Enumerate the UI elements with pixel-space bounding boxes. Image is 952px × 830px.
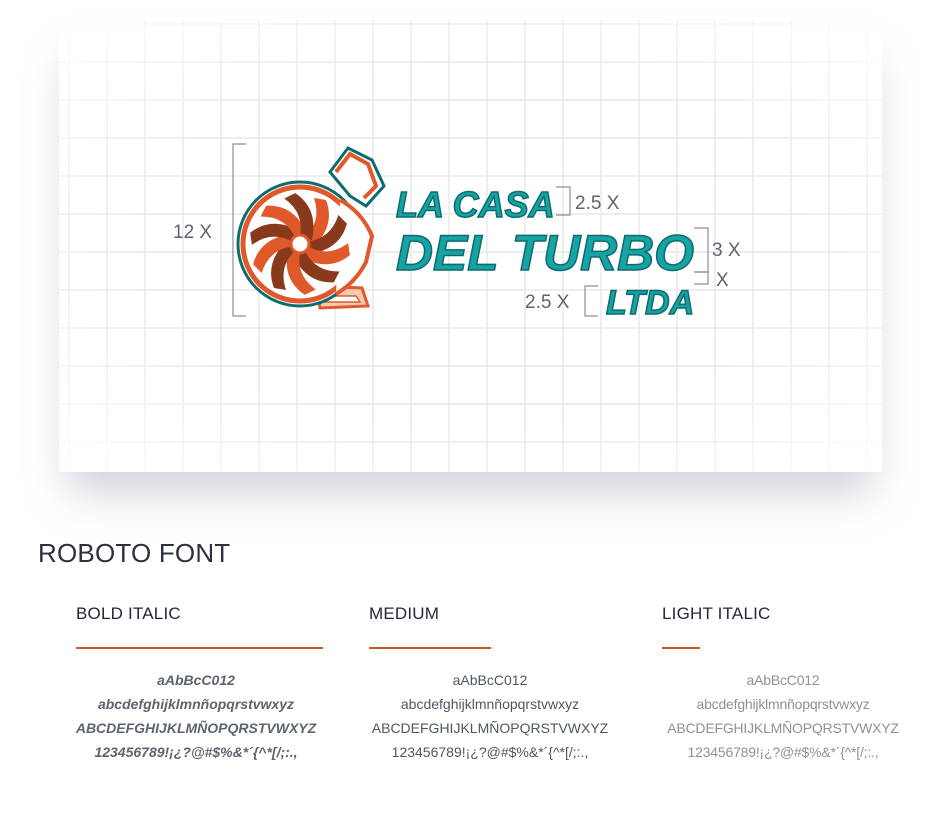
sample-line: ABCDEFGHIJKLMÑOPQRSTVWXYZ xyxy=(667,720,899,736)
font-weight-title-light-italic: LIGHT ITALIC xyxy=(662,604,771,623)
logo-line-2: DEL TURBO xyxy=(396,225,694,281)
sample-line: abcdefghijklmnñopqrstvwxyz xyxy=(696,696,870,712)
logo-line-1: LA CASA xyxy=(396,184,555,225)
logo-line-3: LTDA xyxy=(606,284,694,322)
sample-line: abcdefghijklmnñopqrstvwxyz xyxy=(400,696,580,712)
line1-dimension-label: 2.5 X xyxy=(575,193,620,214)
font-weight-title-bold-italic: BOLD ITALIC xyxy=(76,604,181,623)
font-sample-bold-italic: aAbBcC012 abcdefghijklmnñopqrstvwxyz ABC… xyxy=(51,668,341,764)
height-dimension-label: 12 X xyxy=(173,222,212,243)
accent-rule xyxy=(369,647,491,649)
turbo-icon xyxy=(236,146,386,310)
line3-dimension-label: 2.5 X xyxy=(525,292,570,313)
section-title: ROBOTO FONT xyxy=(38,538,231,568)
gap-dimension-label: X xyxy=(716,270,729,291)
sample-line: abcdefghijklmnñopqrstvwxyz xyxy=(97,696,295,712)
sample-line: 123456789!¡¿?@#$%&*´{^*[/;:., xyxy=(94,744,298,760)
sample-line: 123456789!¡¿?@#$%&*´{^*[/;:., xyxy=(687,744,879,760)
font-sample-light-italic: aAbBcC012 abcdefghijklmnñopqrstvwxyz ABC… xyxy=(638,668,928,764)
sample-line: aAbBcC012 xyxy=(452,672,528,688)
sample-line: aAbBcC012 xyxy=(157,672,235,688)
sample-line: aAbBcC012 xyxy=(746,672,820,688)
logo-construction: LA CASA DEL TURBO LTDA 12 X 2.5 X 3 X X … xyxy=(173,143,741,323)
accent-rule xyxy=(662,647,700,649)
sample-line: ABCDEFGHIJKLMÑOPQRSTVWXYZ xyxy=(371,720,609,736)
accent-rule xyxy=(76,647,323,649)
sample-line: 123456789!¡¿?@#$%&*´{^*[/;:., xyxy=(391,744,589,760)
sample-line: ABCDEFGHIJKLMÑOPQRSTVWXYZ xyxy=(75,720,317,736)
font-weight-title-medium: MEDIUM xyxy=(369,604,440,623)
font-sample-medium: aAbBcC012 abcdefghijklmnñopqrstvwxyz ABC… xyxy=(345,668,635,764)
line2-dimension-label: 3 X xyxy=(712,240,741,261)
